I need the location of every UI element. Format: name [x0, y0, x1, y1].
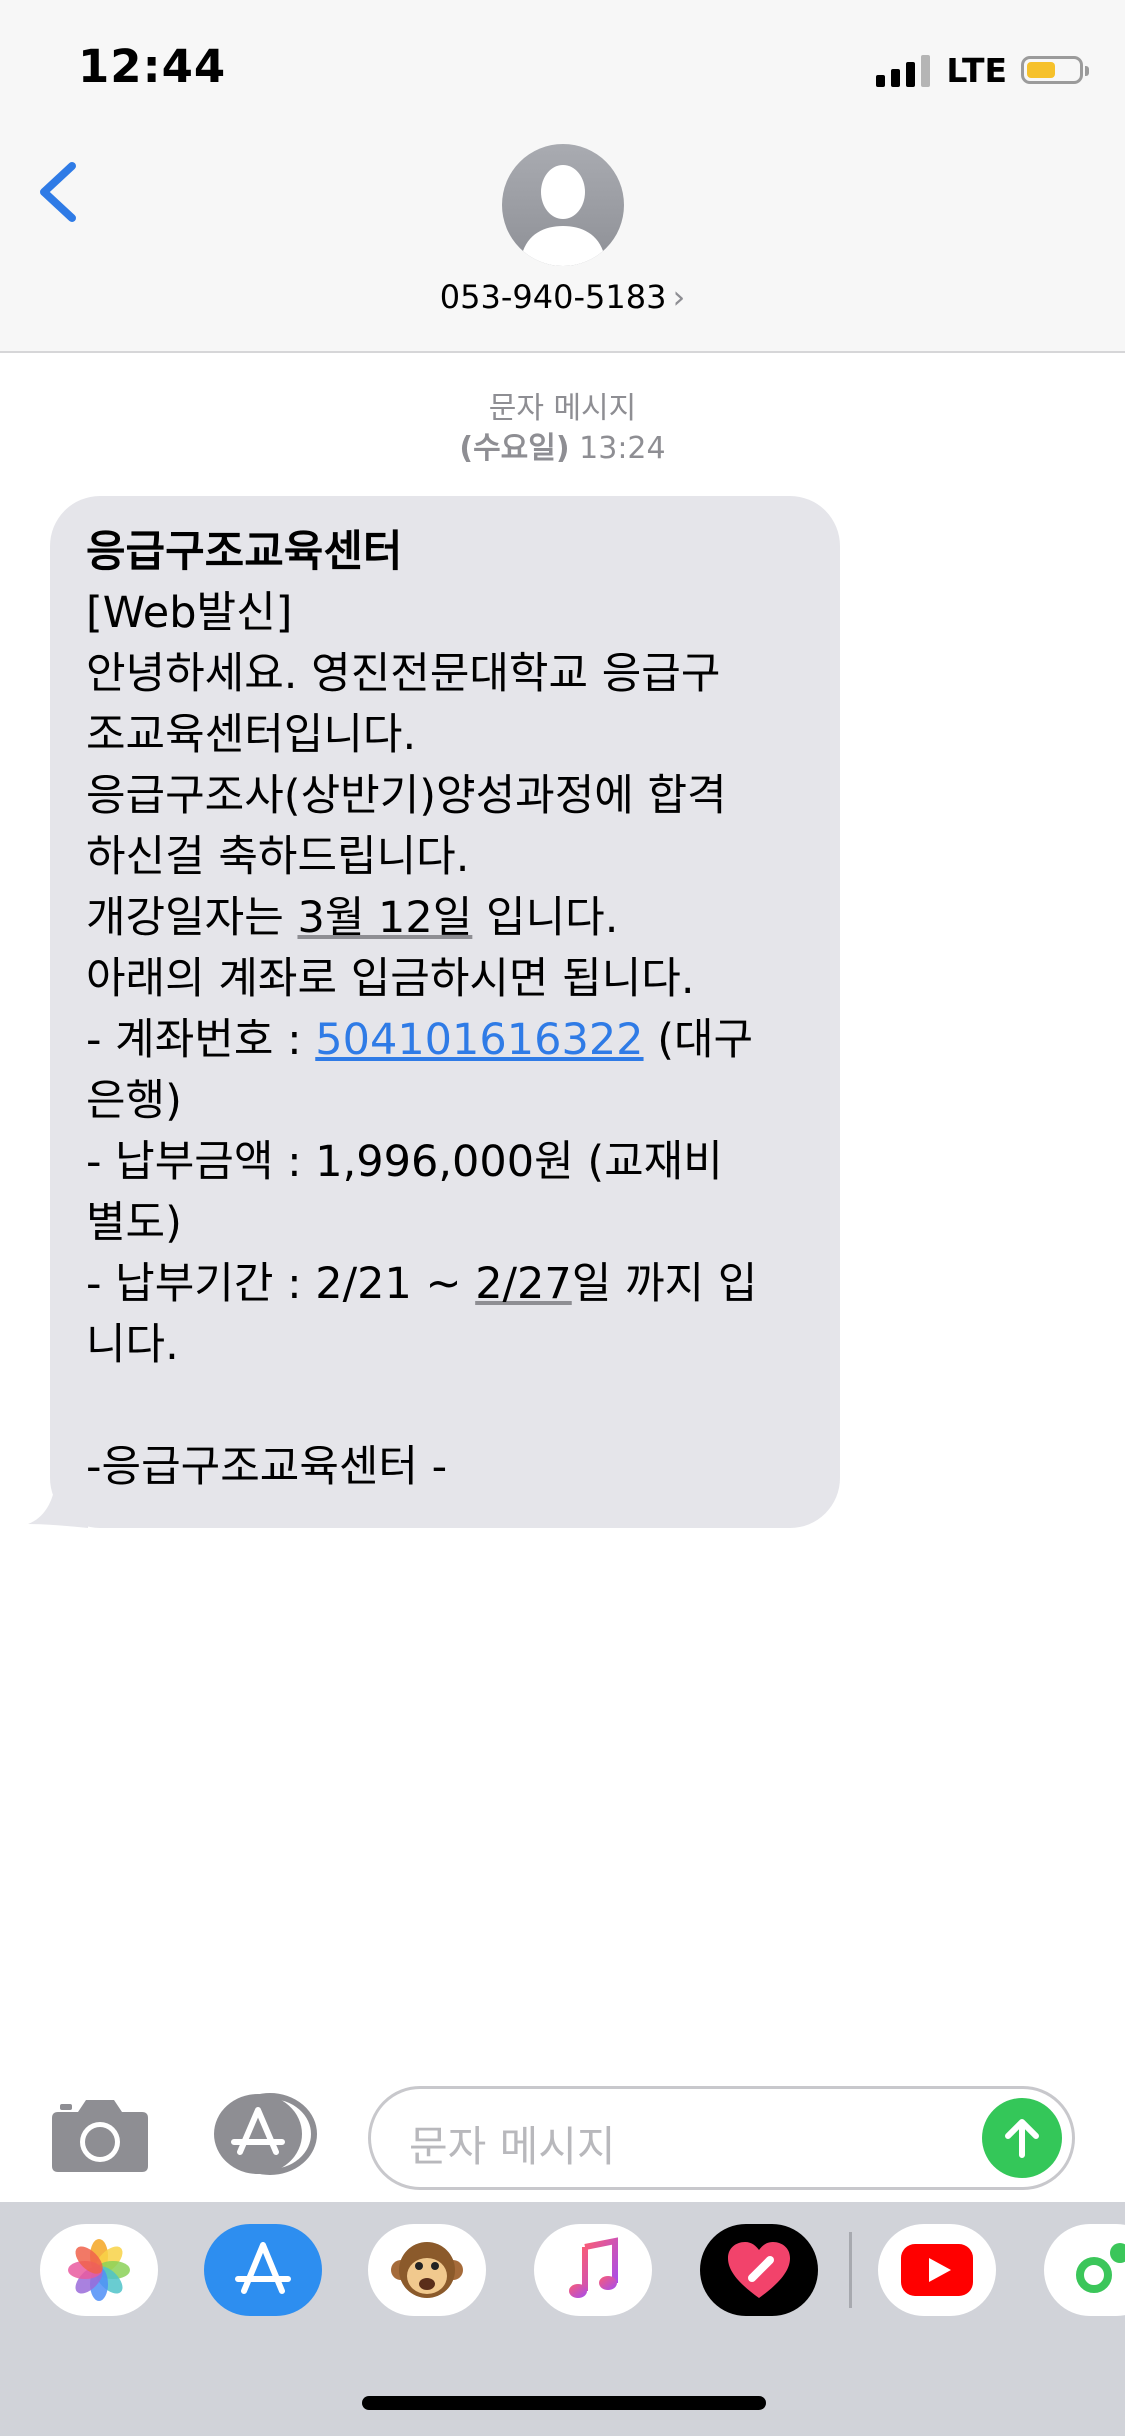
due-date-link[interactable]: 2/27: [475, 1259, 572, 1309]
status-indicators: LTE: [876, 48, 1089, 92]
send-button[interactable]: [982, 2098, 1062, 2178]
contact-number: 053-940-5183: [439, 278, 667, 316]
tray-divider: [849, 2232, 852, 2308]
status-time: 12:44: [78, 40, 227, 93]
message-type-label: 문자 메시지: [488, 391, 637, 426]
app-store-icon[interactable]: [204, 2224, 322, 2316]
digital-touch-icon[interactable]: [700, 2224, 818, 2316]
timestamp-day: (수요일): [459, 431, 570, 466]
camera-icon[interactable]: [50, 2096, 150, 2174]
back-chevron-icon[interactable]: [30, 150, 90, 230]
person-silhouette-icon: [520, 165, 606, 266]
open-date-link[interactable]: 3월 12일: [297, 893, 472, 943]
message-open-prefix: 개강일자는: [86, 893, 298, 943]
youtube-icon[interactable]: [878, 2224, 996, 2316]
signal-icon: [876, 53, 931, 87]
message-input[interactable]: 문자 메시지: [368, 2086, 1075, 2190]
message-greeting: 안녕하세요. 영진전문대학교 응급구 조교육센터입니다. 응급구조사(상반기)양…: [86, 649, 727, 882]
contact-avatar[interactable]: [502, 144, 624, 266]
contact-name-button[interactable]: 053-940-5183 ›: [0, 278, 1125, 316]
message-title: 응급구조교육센터: [86, 527, 403, 577]
message-web-tag: [Web발신]: [86, 588, 293, 638]
animoji-icon[interactable]: [368, 2224, 486, 2316]
conversation-header: 12:44 LTE 053-940-5183 ›: [0, 0, 1125, 353]
network-label: LTE: [946, 50, 1007, 90]
chevron-right-icon: ›: [672, 278, 686, 316]
account-number-link[interactable]: 504101616322: [315, 1015, 643, 1065]
message-timestamp: 문자 메시지 (수요일) 13:24: [0, 389, 1125, 469]
arrow-up-icon: [1005, 2119, 1039, 2158]
incoming-message[interactable]: 응급구조교육센터 [Web발신] 안녕하세요. 영진전문대학교 응급구 조교육센터…: [28, 496, 840, 1528]
message-input-placeholder: 문자 메시지: [409, 2122, 616, 2171]
timestamp-time: 13:24: [569, 431, 666, 466]
partial-app-icon[interactable]: [1044, 2224, 1125, 2316]
app-store-icon[interactable]: [208, 2092, 318, 2176]
message-bubble[interactable]: 응급구조교육센터 [Web발신] 안녕하세요. 영진전문대학교 응급구 조교육센터…: [50, 496, 840, 1528]
battery-icon: [1021, 56, 1089, 84]
photos-icon[interactable]: [40, 2224, 158, 2316]
home-indicator[interactable]: [362, 2396, 766, 2410]
music-icon[interactable]: [534, 2224, 652, 2316]
